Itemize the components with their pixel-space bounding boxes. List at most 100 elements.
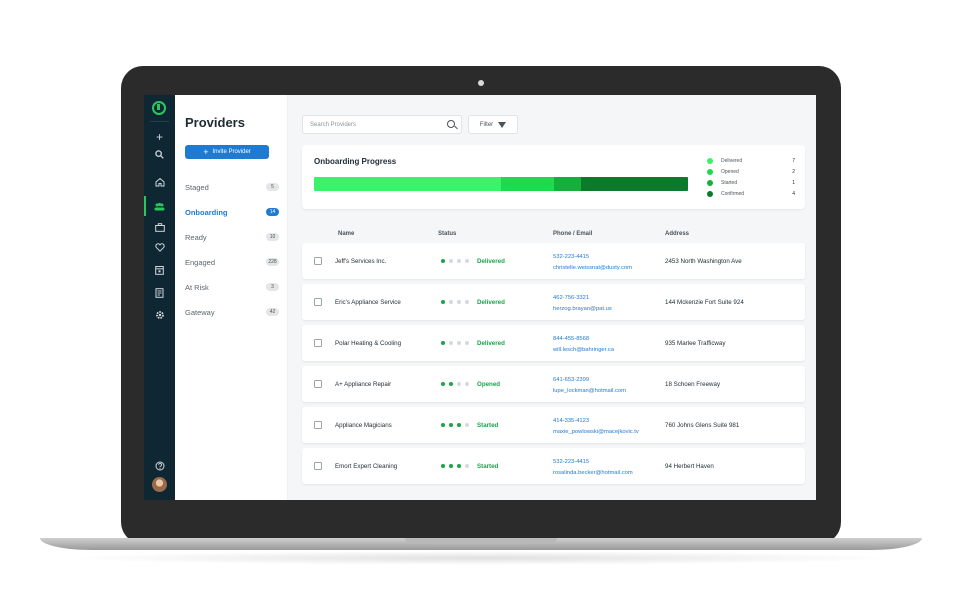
legend-item-delivered: Delivered 7 <box>707 155 795 166</box>
row-checkbox[interactable] <box>314 380 322 388</box>
row-checkbox[interactable] <box>314 462 322 470</box>
phone-link[interactable]: 532-223-4415 <box>553 252 632 263</box>
icon-rail: + <box>144 95 175 500</box>
status-step-dot <box>441 464 445 468</box>
phone-link[interactable]: 844-455-8568 <box>553 334 614 345</box>
gear-icon[interactable] <box>144 305 175 325</box>
phone-link[interactable]: 462-756-3321 <box>553 293 612 304</box>
heart-icon[interactable] <box>144 237 175 257</box>
status-step-dot <box>457 300 461 304</box>
header-address: Address <box>665 231 690 237</box>
sidebar-item-label: Ready <box>185 232 207 242</box>
page-title: Providers <box>185 115 245 130</box>
legend-label: Delivered <box>721 157 743 164</box>
main-content: Search Providers Filter Onboarding Progr… <box>288 95 816 500</box>
provider-name[interactable]: Eric's Appliance Service <box>335 299 401 306</box>
address-cell: 18 Schoen Freeway <box>665 381 721 388</box>
onboarding-progress-card: Onboarding Progress Delivered 7 Opened 2 Sta… <box>302 145 805 209</box>
provider-name[interactable]: Appliance Magicians <box>335 422 392 429</box>
status-step-dot <box>449 423 453 427</box>
invite-provider-label: Invite Provider <box>212 149 251 155</box>
legend-dot <box>707 190 713 197</box>
legend-label: Confirmed <box>721 190 745 197</box>
sidebar-item-onboarding[interactable]: Onboarding 14 <box>185 205 279 219</box>
email-link[interactable]: maxie_powlowski@macejkovic.tv <box>553 427 639 438</box>
row-checkbox[interactable] <box>314 257 322 265</box>
provider-name[interactable]: Jeff's Services Inc. <box>335 258 386 265</box>
contact-cell: 532-223-4415 rosalinda.becker@hotmail.com <box>553 457 633 479</box>
email-link[interactable]: christelle.weissnat@dusty.com <box>553 263 632 274</box>
count-badge: 14 <box>266 208 279 216</box>
count-badge: 10 <box>266 233 279 241</box>
table-row[interactable]: Appliance Magicians Started 414-335-4123 ma… <box>302 407 805 443</box>
contact-cell: 532-223-4415 christelle.weissnat@dusty.co… <box>553 252 632 274</box>
sidebar-item-gateway[interactable]: Gateway 42 <box>185 305 279 319</box>
sidebar-item-staged[interactable]: Staged 5 <box>185 180 279 194</box>
table-row[interactable]: A+ Appliance Repair Opened 641-653-2399 lup… <box>302 366 805 402</box>
provider-name[interactable]: Polar Heating & Cooling <box>335 340 401 347</box>
invite-provider-button[interactable]: + Invite Provider <box>185 145 269 159</box>
email-link[interactable]: rosalinda.becker@hotmail.com <box>553 468 633 479</box>
status-step-dot <box>465 300 469 304</box>
search-icon[interactable] <box>447 120 455 128</box>
status-badge: Started <box>477 422 499 429</box>
status-step-dot <box>449 300 453 304</box>
avatar[interactable] <box>152 477 167 492</box>
email-link[interactable]: lupe_lockman@hotmail.com <box>553 386 626 397</box>
status-step-dot <box>441 382 445 386</box>
legend-label: Started <box>721 179 738 186</box>
status-badge: Started <box>477 463 499 470</box>
table-row[interactable]: Emort Expert Cleaning Started 532-223-4415… <box>302 448 805 484</box>
status-dots <box>441 300 469 304</box>
providers-sidebar: Providers + Invite Provider Staged 5 Onb… <box>175 95 288 500</box>
filter-button[interactable]: Filter <box>468 115 518 134</box>
contact-cell: 641-653-2399 lupe_lockman@hotmail.com <box>553 375 626 397</box>
phone-link[interactable]: 641-653-2399 <box>553 375 626 386</box>
search-input[interactable]: Search Providers <box>302 115 462 134</box>
row-checkbox[interactable] <box>314 339 322 347</box>
laptop-shadow <box>60 551 902 565</box>
phone-link[interactable]: 532-223-4415 <box>553 457 633 468</box>
help-icon[interactable] <box>144 456 175 476</box>
email-link[interactable]: herzog.brayan@pat.us <box>553 304 612 315</box>
legend-count: 1 <box>792 179 795 186</box>
phone-link[interactable]: 414-335-4123 <box>553 416 639 427</box>
legend-item-started: Started 1 <box>707 177 795 188</box>
sidebar-item-ready[interactable]: Ready 10 <box>185 230 279 244</box>
provider-name[interactable]: Emort Expert Cleaning <box>335 463 397 470</box>
brand-logo-icon[interactable] <box>152 101 166 115</box>
table-row[interactable]: Eric's Appliance Service Delivered 462-756… <box>302 284 805 320</box>
legend-dot <box>707 168 713 175</box>
status-badge: Opened <box>477 381 501 388</box>
address-cell: 2453 North Washington Ave <box>665 258 742 265</box>
status-step-dot <box>457 423 461 427</box>
provider-name[interactable]: A+ Appliance Repair <box>335 381 391 388</box>
progress-segment-started <box>554 177 582 191</box>
count-badge: 42 <box>266 308 279 316</box>
briefcase-icon[interactable] <box>144 217 175 237</box>
row-checkbox[interactable] <box>314 298 322 306</box>
header-contact: Phone / Email <box>553 231 593 237</box>
sidebar-item-engaged[interactable]: Engaged 228 <box>185 255 279 269</box>
search-icon[interactable] <box>144 144 175 164</box>
people-icon[interactable] <box>144 196 175 216</box>
calendar-icon[interactable] <box>144 260 175 280</box>
table-row[interactable]: Polar Heating & Cooling Delivered 844-455-… <box>302 325 805 361</box>
sidebar-item-at-risk[interactable]: At Risk 3 <box>185 280 279 294</box>
status-step-dot <box>457 382 461 386</box>
filter-label: Filter <box>479 121 494 128</box>
status-badge: Delivered <box>477 258 505 265</box>
home-icon[interactable] <box>144 172 175 192</box>
row-checkbox[interactable] <box>314 421 322 429</box>
email-link[interactable]: will.lesch@bahringer.ca <box>553 345 614 356</box>
table-row[interactable]: Jeff's Services Inc. Delivered 532-223-441… <box>302 243 805 279</box>
count-badge: 3 <box>266 283 279 291</box>
legend-item-opened: Opened 2 <box>707 166 795 177</box>
laptop-camera <box>478 80 484 86</box>
legend-label: Opened <box>721 168 739 175</box>
status-step-dot <box>457 341 461 345</box>
status-badge: Delivered <box>477 340 505 347</box>
progress-legend: Delivered 7 Opened 2 Started 1 Confirmed 4 <box>707 155 795 199</box>
document-icon[interactable] <box>144 283 175 303</box>
contact-cell: 844-455-8568 will.lesch@bahringer.ca <box>553 334 614 356</box>
